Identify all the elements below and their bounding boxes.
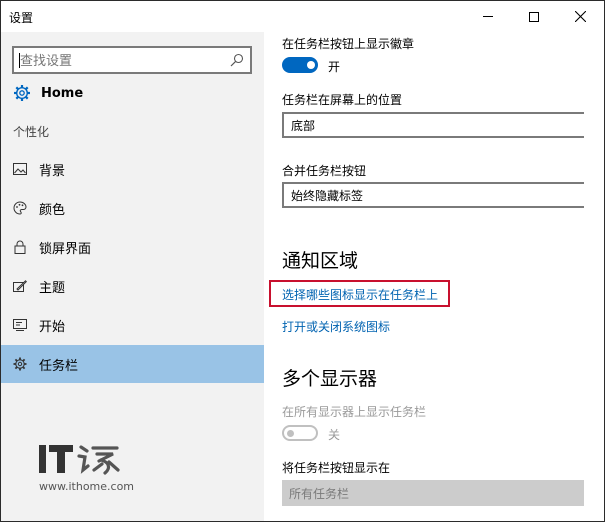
watermark-url: www.ithome.com — [39, 480, 135, 493]
search-input[interactable] — [20, 53, 220, 69]
combine-value: 始终隐藏标签 — [291, 188, 364, 203]
show-buttons-label: 将任务栏按钮显示在 — [282, 461, 391, 475]
badge-toggle-state: 开 — [328, 60, 341, 74]
brush-icon — [13, 279, 27, 293]
ithome-watermark: www.ithome.com — [39, 442, 159, 502]
toggle-knob — [287, 430, 294, 437]
sidebar-item-lock-screen[interactable]: 锁屏界面 — [1, 228, 264, 266]
window-title: 设置 — [9, 11, 34, 25]
notification-area-heading: 通知区域 — [282, 250, 359, 272]
minimize-icon — [483, 16, 493, 17]
multiple-displays-heading: 多个显示器 — [282, 368, 378, 390]
show-all-toggle-state: 关 — [328, 428, 341, 442]
maximize-icon — [529, 11, 539, 22]
sidebar-item-label: 主题 — [39, 280, 66, 296]
home-label: Home — [41, 85, 84, 101]
highlight-annotation — [269, 280, 450, 307]
close-button[interactable] — [557, 1, 603, 32]
sidebar-item-colors[interactable]: 颜色 — [1, 189, 264, 227]
combine-setting-label: 合并任务栏按钮 — [282, 164, 367, 178]
minimize-button[interactable] — [465, 1, 511, 32]
sidebar-item-background[interactable]: 背景 — [1, 150, 264, 188]
sidebar: Home 个性化 背景 颜色 锁屏界面 主题 — [1, 32, 264, 521]
sidebar-item-start[interactable]: 开始 — [1, 306, 264, 344]
badge-toggle[interactable] — [282, 57, 318, 73]
lock-icon — [13, 240, 27, 254]
badge-setting-label: 在任务栏按钮上显示徽章 — [282, 37, 415, 51]
system-icons-link[interactable]: 打开或关闭系统图标 — [282, 318, 390, 335]
maximize-button[interactable] — [511, 1, 557, 32]
section-label-personalization: 个性化 — [13, 125, 50, 139]
position-select[interactable]: 底部 — [282, 112, 584, 138]
show-buttons-select[interactable]: 所有任务栏 — [282, 480, 584, 506]
close-icon — [574, 11, 586, 22]
sidebar-item-label: 颜色 — [39, 202, 66, 218]
toggle-knob — [307, 61, 315, 69]
show-all-displays-label: 在所有显示器上显示任务栏 — [282, 405, 427, 419]
sidebar-item-taskbar[interactable]: 任务栏 — [1, 345, 264, 383]
sidebar-item-label: 锁屏界面 — [39, 241, 92, 257]
search-icon[interactable] — [230, 53, 244, 67]
sidebar-item-label: 开始 — [39, 319, 66, 335]
position-setting-label: 任务栏在屏幕上的位置 — [282, 93, 403, 107]
settings-window: 设置 Home 个性化 — [0, 0, 605, 522]
show-buttons-value: 所有任务栏 — [289, 486, 350, 501]
picture-icon — [13, 162, 27, 176]
show-all-displays-toggle[interactable] — [282, 425, 318, 441]
start-icon — [13, 318, 27, 332]
position-value: 底部 — [291, 118, 316, 133]
taskbar-settings-panel: 在任务栏按钮上显示徽章 开 任务栏在屏幕上的位置 底部 合并任务栏按钮 始终隐藏… — [264, 32, 604, 521]
combine-select[interactable]: 始终隐藏标签 — [282, 182, 584, 208]
palette-icon — [13, 201, 27, 215]
search-box[interactable] — [12, 46, 252, 74]
ithome-logo — [39, 445, 120, 475]
title-bar: 设置 — [1, 1, 604, 32]
taskbar-icon — [13, 357, 27, 371]
sidebar-item-label: 任务栏 — [39, 358, 79, 374]
gear-icon — [14, 85, 30, 101]
home-nav[interactable]: Home — [13, 82, 83, 104]
sidebar-item-themes[interactable]: 主题 — [1, 267, 264, 305]
sidebar-item-label: 背景 — [39, 163, 66, 179]
